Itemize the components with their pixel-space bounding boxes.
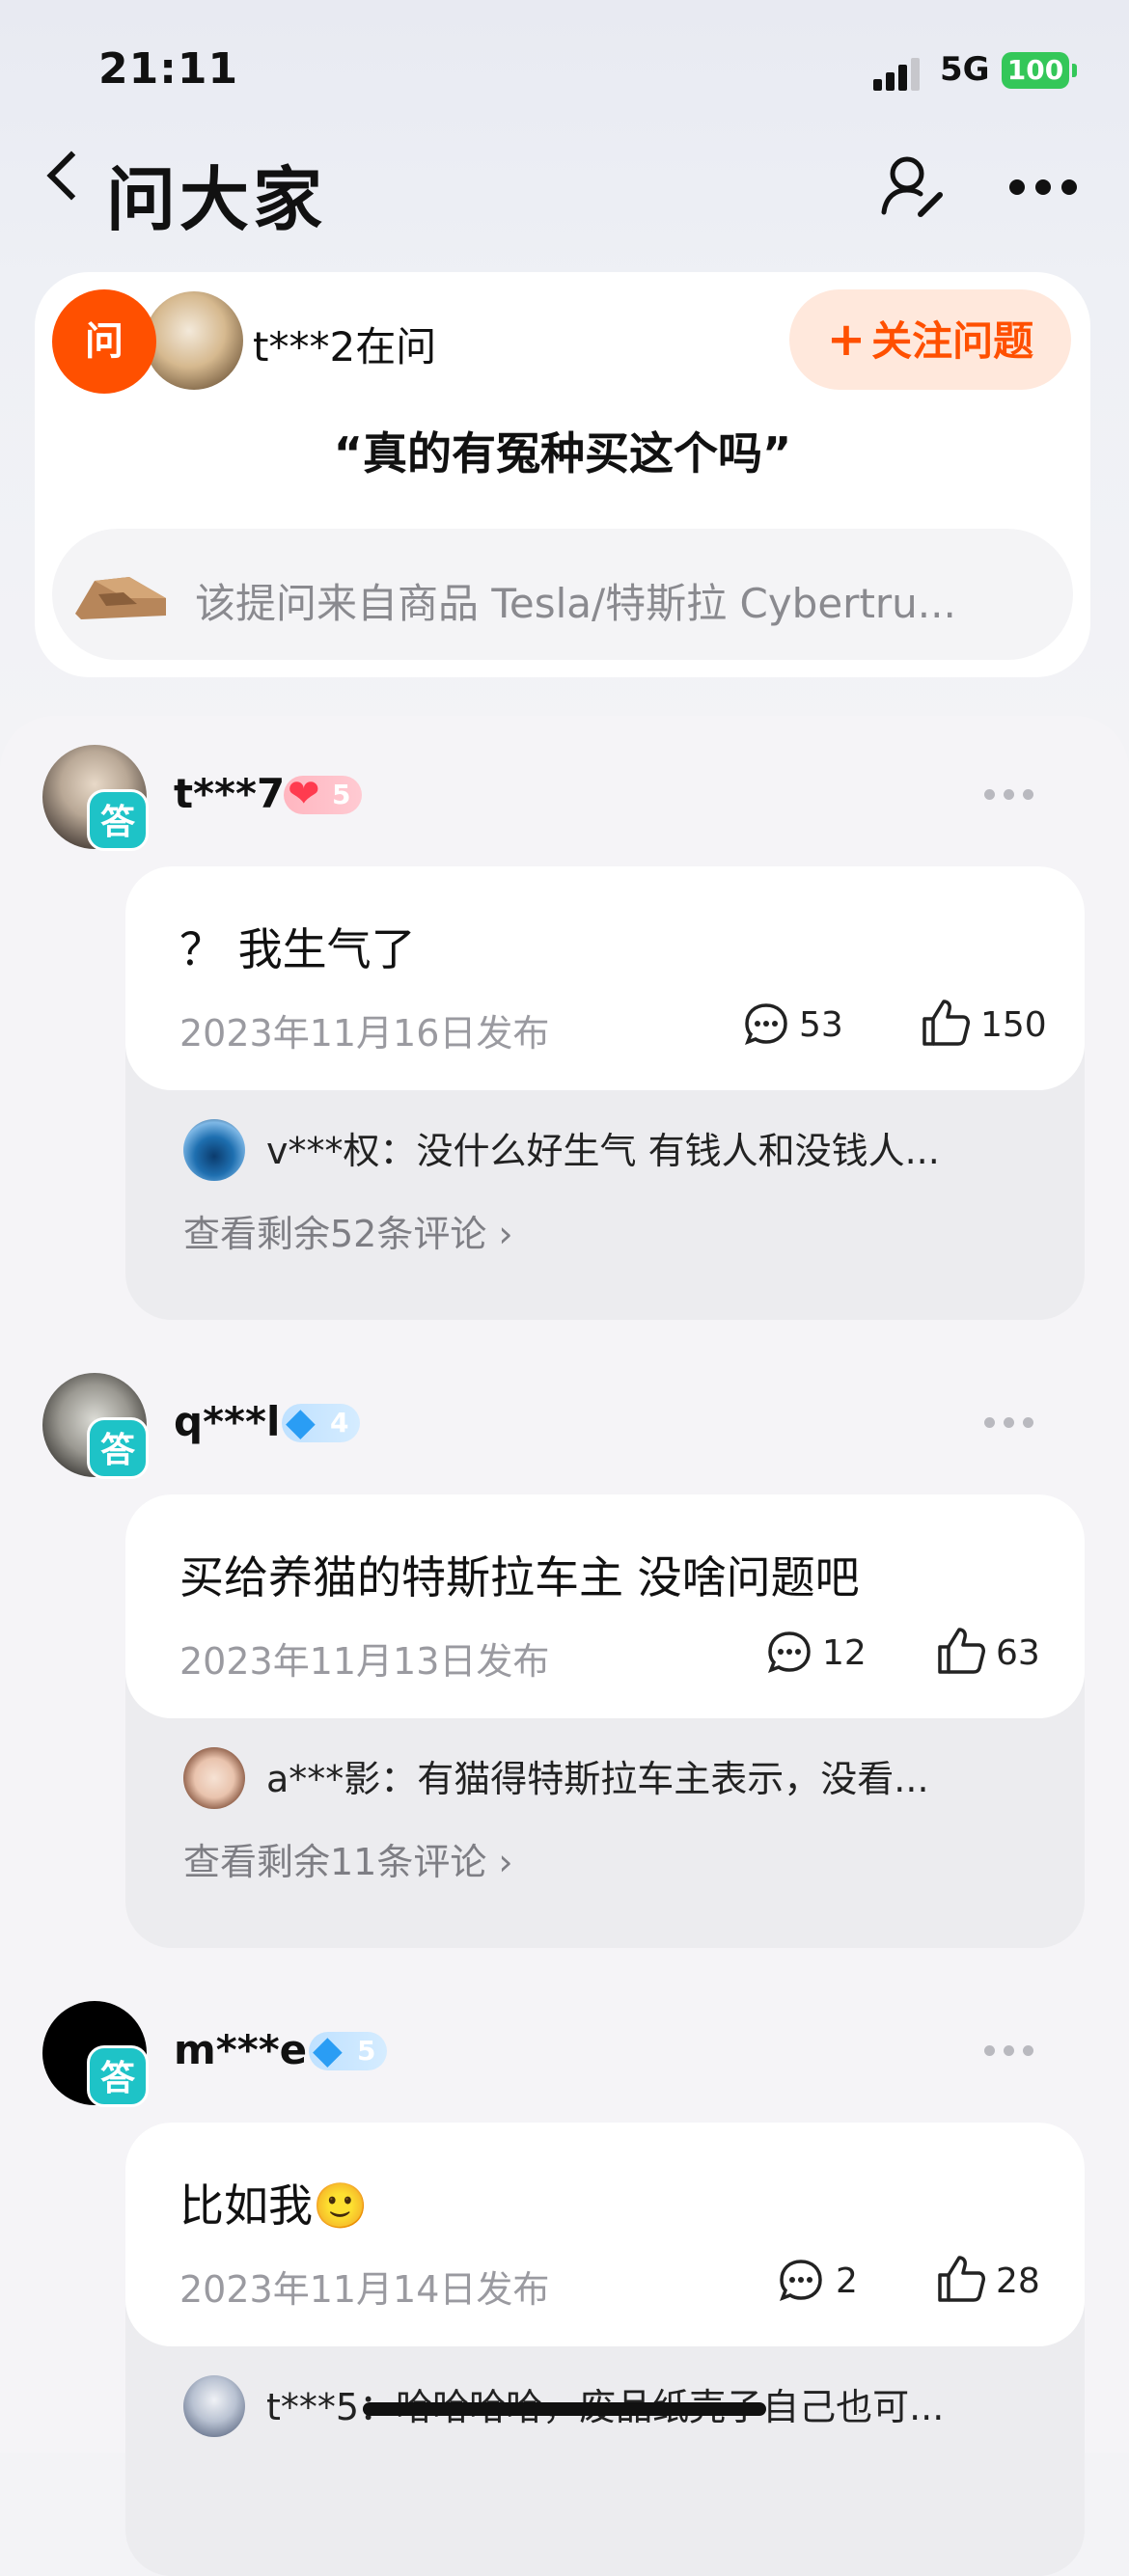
comment-count: 2: [836, 2261, 858, 2301]
more-icon[interactable]: [984, 789, 1034, 801]
comment-icon[interactable]: [766, 1630, 812, 1676]
commenter-avatar[interactable]: [183, 2375, 245, 2437]
network-label: 5G: [940, 50, 990, 89]
view-more-comments-link[interactable]: 查看剩余11条评论 ›: [183, 1832, 513, 1885]
like-count: 150: [980, 1005, 1047, 1045]
answerer-name[interactable]: q***l: [174, 1398, 280, 1445]
thumbs-up-icon[interactable]: [934, 1624, 988, 1678]
answer-body[interactable]: 比如我🙂 2023年11月14日发布 2 28: [125, 2123, 1085, 2346]
answer-badge: 答: [87, 2045, 149, 2107]
answer-date: 2023年11月13日发布: [179, 1640, 550, 1683]
commenter-avatar[interactable]: [183, 1747, 245, 1809]
comment-icon[interactable]: [778, 2258, 824, 2304]
battery-tip: [1072, 64, 1077, 77]
asker-name[interactable]: t***2: [253, 323, 355, 370]
user-edit-icon[interactable]: [878, 151, 948, 220]
answer-card[interactable]: 买给养猫的特斯拉车主 没啥问题吧 2023年11月13日发布 12 63 a**…: [125, 1494, 1085, 1948]
question-card: 问 t***2在问 + 关注问题 “真的有冤种买这个吗” 该提问来自商品 Tesl…: [35, 272, 1090, 677]
answerer-name[interactable]: t***7: [174, 770, 285, 817]
top-comment[interactable]: v***权：没什么好生气 有钱人和没钱人...: [266, 1121, 940, 1174]
thumbs-up-icon[interactable]: [919, 996, 973, 1050]
level-badge: ◆ 4: [282, 1400, 361, 1444]
ask-badge: 问: [52, 289, 156, 394]
level-number: 4: [330, 1407, 349, 1439]
answer-date: 2023年11月14日发布: [179, 2268, 550, 2311]
more-icon[interactable]: [984, 1417, 1034, 1429]
answerer-name[interactable]: m***e: [174, 2026, 307, 2073]
diamond-icon: ◆: [313, 2028, 343, 2072]
question-title: “真的有冤种买这个吗”: [333, 427, 792, 480]
level-number: 5: [332, 779, 351, 810]
answer-body[interactable]: ？ 我生气了 2023年11月16日发布 53 150: [125, 866, 1085, 1090]
asker-suffix: 在问: [355, 323, 437, 370]
like-count: 63: [996, 1633, 1040, 1673]
product-source-text: 该提问来自商品 Tesla/特斯拉 Cybertru...: [195, 580, 956, 627]
top-comment[interactable]: a***影：有猫得特斯拉车主表示，没看...: [266, 1749, 929, 1802]
comment-count: 53: [799, 1005, 843, 1045]
answer-text: ？ 我生气了: [179, 923, 416, 975]
follow-question-button[interactable]: + 关注问题: [789, 289, 1071, 390]
view-more-comments-link[interactable]: 查看剩余52条评论 ›: [183, 1204, 513, 1257]
commenter-avatar[interactable]: [183, 1119, 245, 1181]
answer-badge: 答: [87, 1417, 149, 1479]
answer-badge: 答: [87, 789, 149, 851]
page-title: 问大家: [106, 159, 327, 240]
signal-icon: [873, 56, 922, 91]
answer-date: 2023年11月16日发布: [179, 1012, 550, 1055]
asker-line: t***2在问: [253, 315, 436, 373]
level-badge: ❤ 5: [284, 772, 363, 816]
level-badge: ◆ 5: [309, 2028, 388, 2072]
asker-avatar[interactable]: [141, 288, 247, 394]
follow-label: 关注问题: [871, 317, 1034, 365]
answer-body[interactable]: 买给养猫的特斯拉车主 没啥问题吧 2023年11月13日发布 12 63: [125, 1494, 1085, 1718]
answer-card[interactable]: 比如我🙂 2023年11月14日发布 2 28 t***5：哈哈哈哈，废品纸壳子…: [125, 2123, 1085, 2576]
product-thumbnail: [75, 577, 166, 619]
comment-icon[interactable]: [743, 1001, 789, 1048]
product-source-row[interactable]: 该提问来自商品 Tesla/特斯拉 Cybertru...: [52, 529, 1073, 660]
more-icon[interactable]: [984, 2045, 1034, 2057]
answer-text: 比如我🙂: [179, 2179, 369, 2232]
diamond-icon: ◆: [286, 1400, 316, 1444]
answer-card[interactable]: ？ 我生气了 2023年11月16日发布 53 150 v***权：没什么好生气…: [125, 866, 1085, 1320]
comment-count: 12: [822, 1633, 867, 1673]
plus-icon: +: [826, 313, 867, 367]
like-count: 28: [996, 2261, 1040, 2301]
heart-icon: ❤: [288, 772, 320, 816]
status-time: 21:11: [98, 44, 239, 94]
home-indicator[interactable]: [363, 2402, 766, 2416]
answer-text: 买给养猫的特斯拉车主 没啥问题吧: [179, 1551, 860, 1603]
thumbs-up-icon[interactable]: [934, 2252, 988, 2306]
more-icon[interactable]: [1009, 179, 1077, 195]
battery-icon: 100: [1002, 52, 1069, 89]
level-number: 5: [357, 2035, 376, 2067]
